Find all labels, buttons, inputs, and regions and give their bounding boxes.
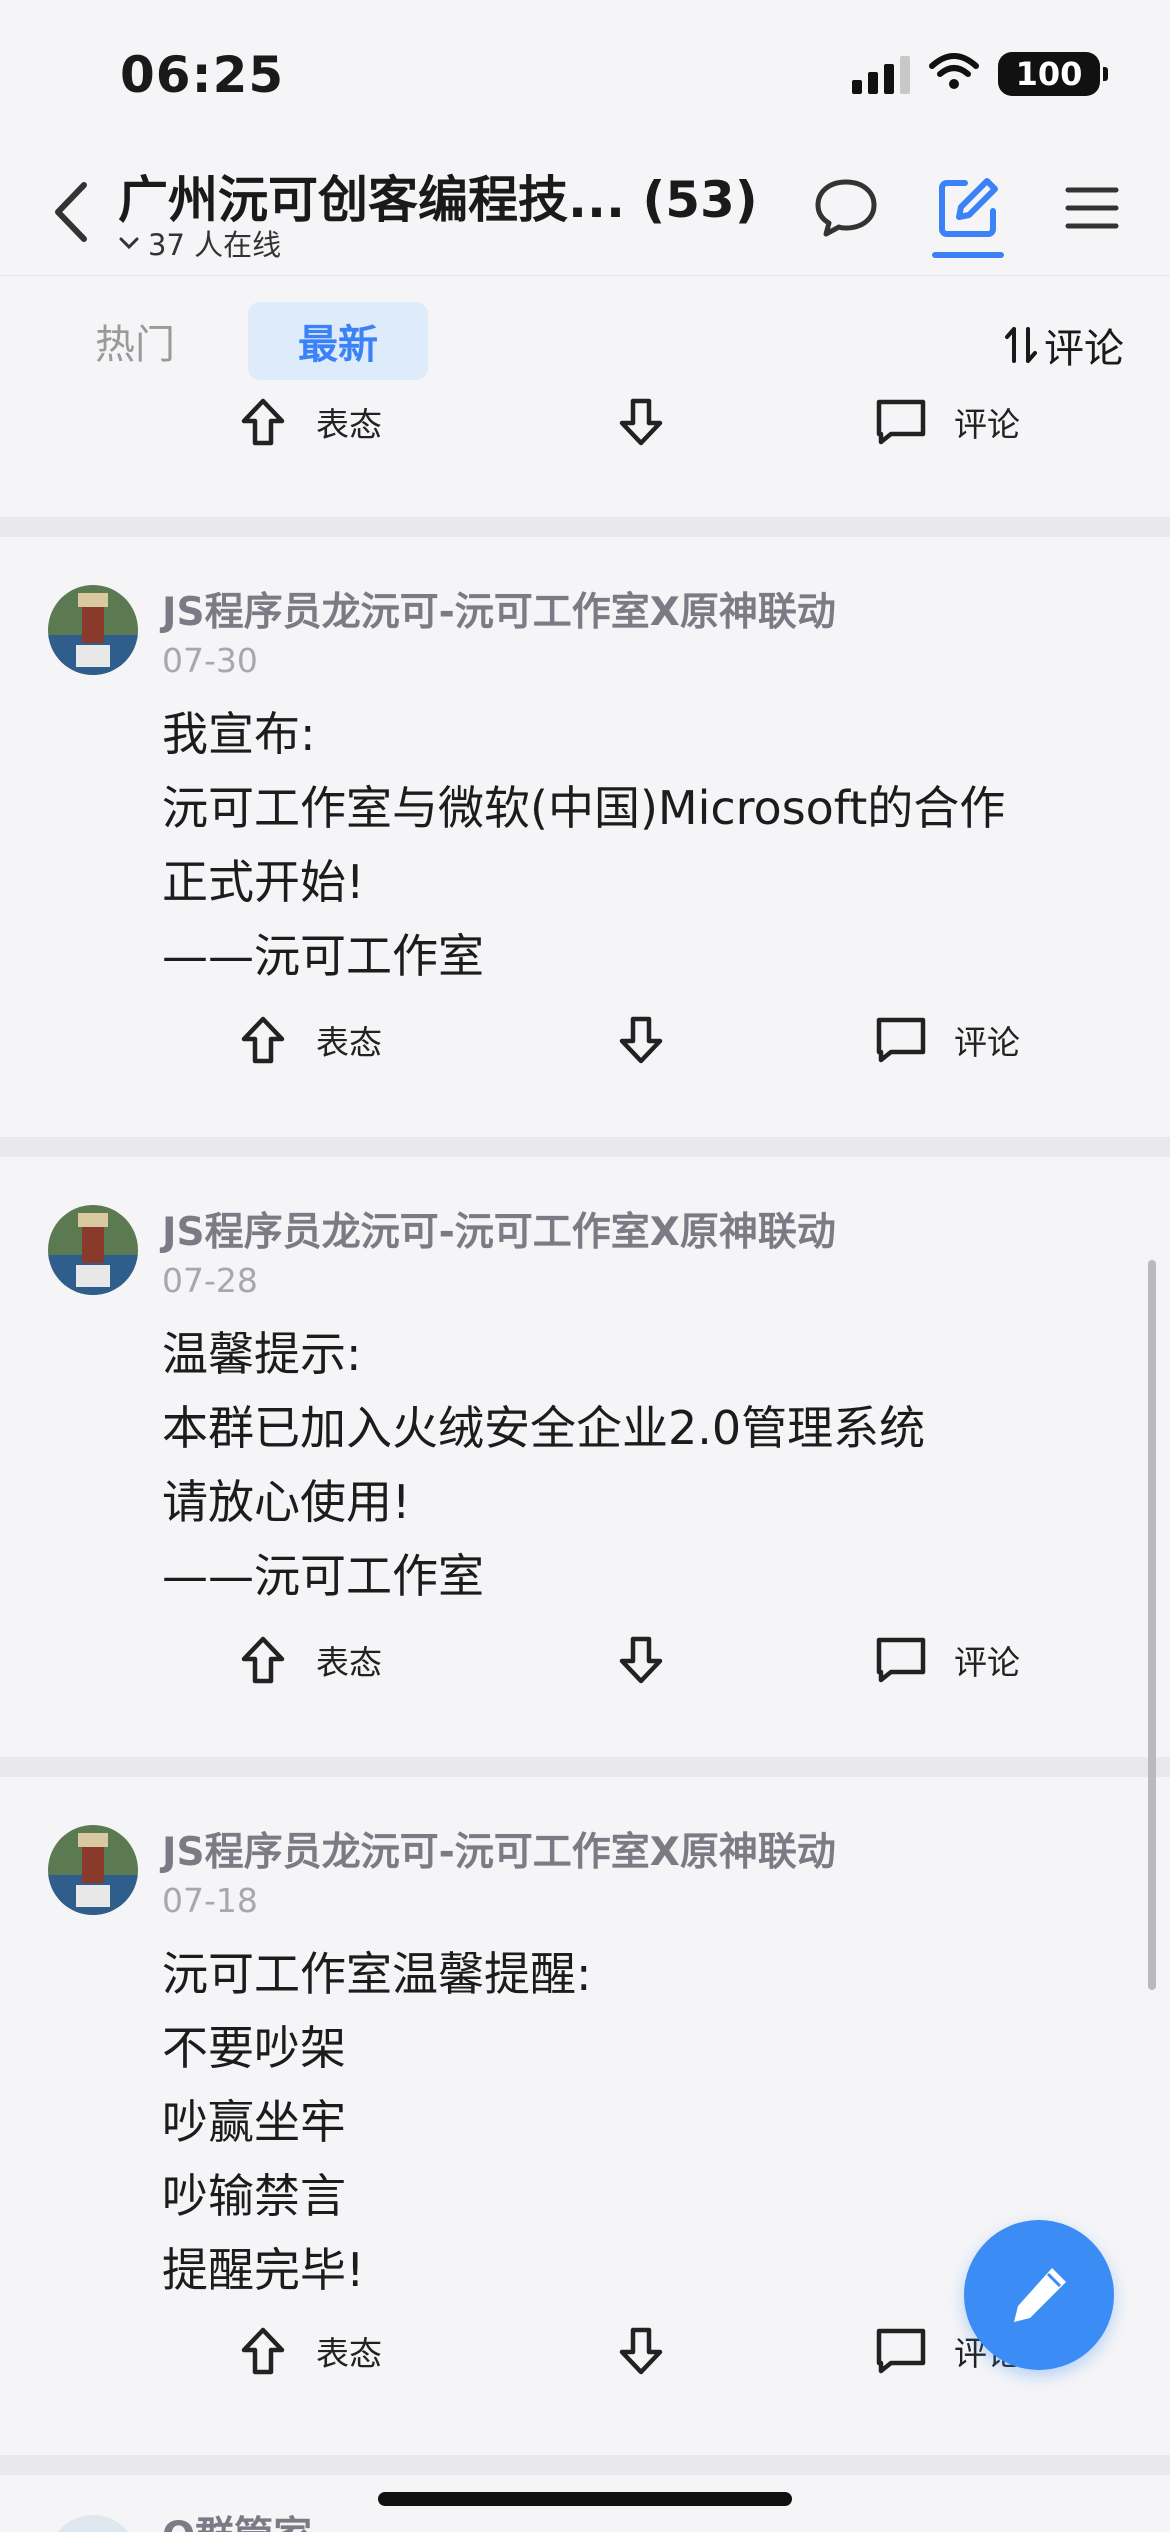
post-divider [0,1137,1170,1157]
post-line: 不要吵架 [162,2021,346,2075]
online-count[interactable]: 37 人在线 [118,222,281,264]
comment-button[interactable]: 评论 [874,1013,1020,1067]
post-line: ——沅可工作室 [162,929,484,983]
post-line: 温馨提示: [162,1327,362,1381]
chat-button[interactable] [806,168,886,248]
post-content: 我宣布: 沅可工作室与微软(中国)Microsoft的合作 正式开始! ——沅可… [162,697,1122,993]
downvote-button[interactable] [614,2324,668,2378]
upvote-label: 表态 [316,2334,382,2373]
downvote-button[interactable] [614,395,668,449]
post-line: 我宣布: [162,707,316,761]
comment-icon [874,2324,928,2378]
post-card[interactable]: JS程序员龙沅可-沅可工作室X原神联动 07-30 我宣布: 沅可工作室与微软(… [0,537,1170,1137]
avatar[interactable] [48,2515,138,2532]
menu-button[interactable] [1052,168,1132,248]
arrow-down-icon [614,2324,668,2378]
sort-arrows-icon [1005,327,1037,363]
comment-button[interactable]: 评论 [874,395,1020,449]
tab-hot[interactable]: 热门 [60,302,210,380]
arrow-up-icon [236,1633,290,1687]
arrow-up-icon [236,395,290,449]
avatar[interactable] [48,1205,138,1295]
chat-bubble-icon [815,179,877,237]
comment-icon [874,1633,928,1687]
arrow-up-icon [236,2324,290,2378]
back-button[interactable] [40,172,100,252]
upvote-label: 表态 [316,1023,382,1062]
comment-label: 评论 [954,1023,1020,1062]
arrow-down-icon [614,395,668,449]
comment-button[interactable]: 评论 [874,1633,1020,1687]
upvote-label: 表态 [316,1643,382,1682]
post-author[interactable]: Q群管家 [162,2505,312,2532]
downvote-button[interactable] [614,1013,668,1067]
post-line: 本群已加入火绒安全企业2.0管理系统 [162,1401,926,1455]
tab-latest[interactable]: 最新 [248,302,428,380]
post-content: 温馨提示: 本群已加入火绒安全企业2.0管理系统 请放心使用! ——沅可工作室 [162,1317,1122,1613]
post-line: 吵输禁言 [162,2169,346,2223]
post-actions: 表态 评论 [0,395,1170,485]
comment-icon [874,395,928,449]
post-author[interactable]: JS程序员龙沅可-沅可工作室X原神联动 [162,581,836,637]
downvote-button[interactable] [614,1633,668,1687]
post-line: ——沅可工作室 [162,1549,484,1603]
upvote-button[interactable]: 表态 [236,1633,382,1687]
upvote-button[interactable]: 表态 [236,1013,382,1067]
scrollbar[interactable] [1148,1260,1156,1990]
upvote-button[interactable]: 表态 [236,2324,382,2378]
post-line: 请放心使用! [162,1475,411,1529]
arrow-down-icon [614,1633,668,1687]
avatar[interactable] [48,585,138,675]
comment-label: 评论 [954,405,1020,444]
arrow-up-icon [236,1013,290,1067]
post-author[interactable]: JS程序员龙沅可-沅可工作室X原神联动 [162,1201,836,1257]
pencil-icon [1014,2268,1066,2322]
post-divider [0,517,1170,537]
chevron-down-icon [119,237,139,250]
upvote-button[interactable]: 表态 [236,395,382,449]
comment-label: 评论 [954,1643,1020,1682]
signal-icon [852,54,910,94]
wifi-icon [928,52,980,96]
upvote-label: 表态 [316,405,382,444]
comment-icon [874,1013,928,1067]
sort-button[interactable]: 评论 [1004,316,1124,374]
edit-square-icon [939,178,998,237]
group-header: 广州沅可创客编程技... (53) 37 人在线 [0,150,1170,276]
post-actions: 表态 评论 [0,1013,1170,1103]
post-date: 07-30 [162,641,258,680]
post-author[interactable]: JS程序员龙沅可-沅可工作室X原神联动 [162,1821,836,1877]
feed-tabs: 热门 最新 评论 [0,276,1170,386]
post-line: 正式开始! [162,855,365,909]
post-card[interactable]: JS程序员龙沅可-沅可工作室X原神联动 07-28 温馨提示: 本群已加入火绒安… [0,1157,1170,1757]
online-count-label: 37 人在线 [148,228,282,262]
chevron-left-icon [55,182,87,242]
post-line: 沅可工作室与微软(中国)Microsoft的合作 [162,781,1006,835]
post-divider [0,1757,1170,1777]
arrow-down-icon [614,1013,668,1067]
compose-button[interactable] [964,2220,1114,2370]
post-line: 吵赢坐牢 [162,2095,346,2149]
post-date: 07-28 [162,1261,258,1300]
avatar[interactable] [48,1825,138,1915]
home-indicator[interactable] [378,2492,792,2506]
post-line: 沅可工作室温馨提醒: [162,1947,592,2001]
post-date: 07-18 [162,1881,258,1920]
status-bar: 06:25 100 [0,0,1170,150]
hamburger-menu-icon [1065,187,1119,229]
sort-label: 评论 [1044,326,1124,372]
post-actions: 表态 评论 [0,1633,1170,1723]
status-time: 06:25 [120,46,285,104]
battery-icon: 100 [998,52,1108,96]
status-indicators: 100 [852,52,1108,96]
feed-tab-button[interactable] [928,168,1008,258]
post-divider [0,2455,1170,2475]
